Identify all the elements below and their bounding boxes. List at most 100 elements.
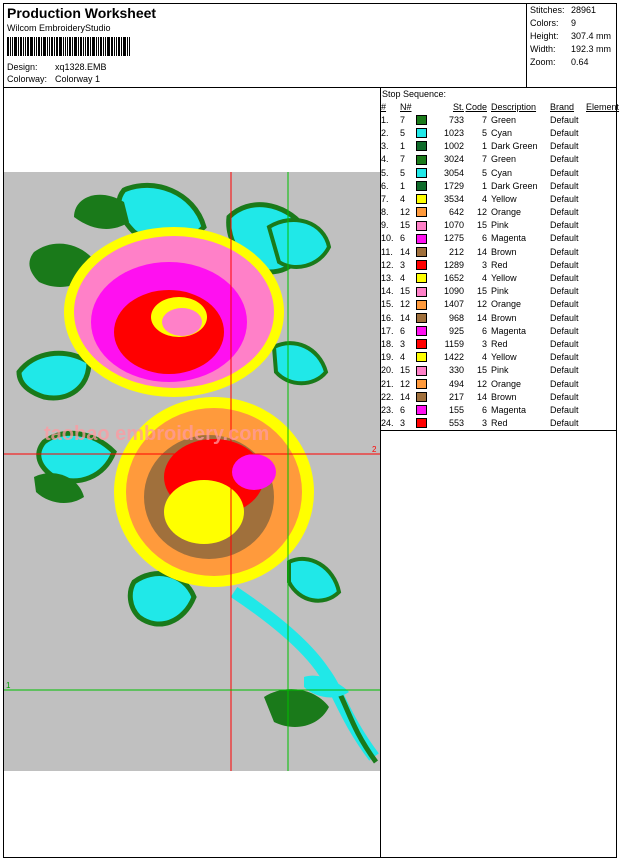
barcode-bar [127,37,128,56]
zoom-value: 0.64 [571,57,589,67]
color-swatch [416,339,427,350]
barcode-bar [85,37,86,56]
color-swatch [416,220,427,231]
row-stitches: 1090 [443,286,464,297]
row-brand: Default [550,391,579,402]
row-stitches: 1407 [443,299,464,310]
col-header-element: Element [586,101,620,112]
table-row: 13. 4 1652 4 Yellow Default [381,271,619,284]
table-row: 14. 15 1090 15 Pink Default [381,285,619,298]
barcode-bar [92,37,95,56]
row-element [586,403,619,416]
row-index: 22. [381,391,394,402]
row-code: 6 [481,233,487,244]
row-needle: 3 [400,418,406,429]
row-needle: 15 [400,286,411,297]
row-brand: Default [550,167,579,178]
row-code: 4 [481,273,487,284]
barcode-bar [67,37,68,56]
row-element [586,166,619,179]
row-description: Magenta [491,325,527,336]
barcode-bar [116,37,117,56]
row-brand: Default [550,233,579,244]
barcode-bar [78,37,79,56]
row-stitches: 3054 [443,167,464,178]
header-divider [3,87,617,88]
row-stitches: 1070 [443,220,464,231]
row-needle: 15 [400,220,411,231]
row-description: Pink [491,286,509,297]
barcode-bar [51,37,53,56]
barcode-bar [98,37,99,56]
row-description: Yellow [491,352,517,363]
row-index: 4. [381,154,389,165]
row-code: 1 [481,141,487,152]
row-index: 7. [381,193,389,204]
row-brand: Default [550,180,579,191]
design-value: xq1328.EMB [55,62,107,72]
table-row: 11. 14 212 14 Brown Default [381,245,619,258]
color-swatch [416,115,427,126]
leaf [16,350,92,401]
table-row: 12. 3 1289 3 Red Default [381,258,619,271]
row-swatch [416,298,430,311]
row-needle: 4 [400,193,406,204]
row-needle: 4 [400,273,406,284]
table-row: 23. 6 155 6 Magenta Default [381,403,619,416]
row-element [586,206,619,219]
row-stitches: 1023 [443,127,464,138]
col-header-index: # [381,101,387,112]
height-label: Height: [530,31,559,41]
row-index: 3. [381,141,389,152]
color-swatch [416,352,427,363]
row-stitches: 553 [448,418,464,429]
colorway-row: Colorway: Colorway 1 [7,74,100,84]
row-swatch [416,271,430,284]
barcode-bar [18,37,19,56]
row-brand: Default [550,418,579,429]
row-swatch [416,364,430,377]
table-row: 7. 4 3534 4 Yellow Default [381,192,619,205]
table-header-row: # N# St. Code Description Brand Element [381,100,619,113]
row-index: 15. [381,299,394,310]
row-needle: 7 [400,114,406,125]
barcode-bar [118,37,120,56]
row-swatch [416,113,430,126]
row-index: 18. [381,338,394,349]
row-element [586,113,619,126]
leaf [287,556,342,603]
row-code: 5 [481,127,487,138]
row-swatch [416,126,430,139]
barcode-bar [96,37,97,56]
row-swatch [416,403,430,416]
barcode-bar [80,37,82,56]
row-index: 6. [381,180,389,191]
zoom-label: Zoom: [530,57,556,67]
row-needle: 3 [400,338,406,349]
table-row: 16. 14 968 14 Brown Default [381,311,619,324]
row-brand: Default [550,365,579,376]
color-swatch [416,312,427,323]
row-stitches: 3534 [443,193,464,204]
row-code: 15 [476,220,487,231]
row-description: Cyan [491,127,513,138]
row-element [586,153,619,166]
row-element [586,219,619,232]
color-swatch [416,207,427,218]
col-header-code: Code [465,101,487,112]
row-element [586,192,619,205]
row-code: 4 [481,352,487,363]
row-stitches: 330 [448,365,464,376]
row-description: Orange [491,299,522,310]
row-code: 3 [481,259,487,270]
row-swatch [416,140,430,153]
row-element [586,271,619,284]
table-row: 9. 15 1070 15 Pink Default [381,219,619,232]
barcode-bar [7,37,9,56]
barcode-bar [56,37,58,56]
color-swatch [416,128,427,139]
row-index: 1. [381,114,389,125]
row-description: Cyan [491,167,513,178]
row-description: Orange [491,378,522,389]
row-code: 12 [476,299,487,310]
